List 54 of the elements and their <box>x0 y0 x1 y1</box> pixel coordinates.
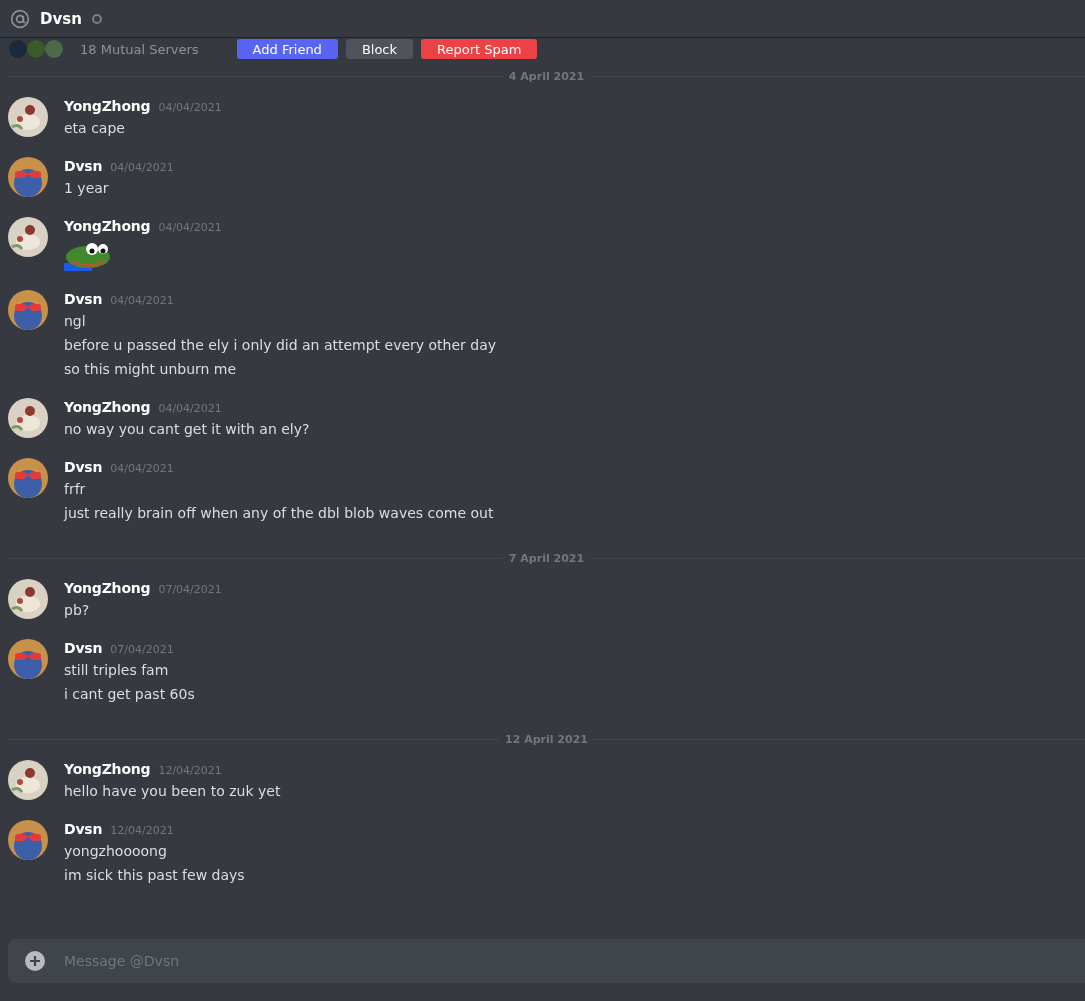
author-name[interactable]: YongZhong <box>64 580 151 596</box>
date-divider: 4 April 2021 <box>508 70 585 83</box>
message-text: eta cape <box>64 119 126 138</box>
message-text: ngl <box>64 312 87 331</box>
avatar[interactable] <box>8 639 48 679</box>
avatar[interactable] <box>8 579 48 619</box>
avatar[interactable] <box>8 760 48 800</box>
timestamp: 12/04/2021 <box>158 764 222 777</box>
profile-action-button[interactable]: Add Friend <box>236 39 338 59</box>
message-text: hello have you been to zuk yet <box>64 782 281 801</box>
author-name[interactable]: Dvsn <box>64 821 103 837</box>
add-icon[interactable] <box>24 950 46 972</box>
profile-action-button[interactable]: Report Spam <box>421 39 538 59</box>
author-name[interactable]: Dvsn <box>64 291 103 307</box>
author-name[interactable]: YongZhong <box>64 218 151 234</box>
timestamp: 07/04/2021 <box>110 643 174 656</box>
message-text: so this might unburn me <box>64 360 238 379</box>
author-name[interactable]: Dvsn <box>64 459 103 475</box>
message-text: before u passed the ely i only did an attempt every other day <box>64 336 497 355</box>
message-text: still triples fam <box>64 661 170 680</box>
author-name[interactable]: YongZhong <box>64 761 151 777</box>
avatar[interactable] <box>8 290 48 330</box>
avatar[interactable] <box>8 97 48 137</box>
timestamp: 04/04/2021 <box>110 462 174 475</box>
date-divider: 12 April 2021 <box>505 733 588 746</box>
message-text: im sick this past few days <box>64 866 245 885</box>
avatar[interactable] <box>8 458 48 498</box>
avatar[interactable] <box>8 157 48 197</box>
avatar[interactable] <box>8 398 48 438</box>
author-name[interactable]: YongZhong <box>64 98 151 114</box>
at-sign-icon <box>10 8 30 29</box>
author-name[interactable]: YongZhong <box>64 399 151 415</box>
message-text: frfr <box>64 480 87 499</box>
timestamp: 07/04/2021 <box>158 583 222 596</box>
date-divider: 7 April 2021 <box>508 552 585 565</box>
message-text: i cant get past 60s <box>64 685 195 704</box>
mutual-servers[interactable]: 18 Mutual Servers <box>80 41 199 57</box>
message-text: yongzhoooong <box>64 842 168 861</box>
timestamp: 04/04/2021 <box>158 402 222 415</box>
profile-action-button[interactable]: Block <box>345 39 414 59</box>
avatar[interactable] <box>8 820 48 860</box>
message-text: just really brain off when any of the dbl blob waves come out <box>64 504 494 523</box>
avatar[interactable] <box>8 217 48 257</box>
timestamp: 04/04/2021 <box>110 294 174 307</box>
timestamp: 04/04/2021 <box>158 101 222 114</box>
author-name[interactable]: Dvsn <box>64 158 103 174</box>
message-text: 1 year <box>64 179 110 198</box>
timestamp: 04/04/2021 <box>158 221 222 234</box>
timestamp: 04/04/2021 <box>110 161 174 174</box>
channel-title: Dvsn <box>40 9 82 28</box>
message-text: no way you cant get it with an ely? <box>64 420 310 439</box>
timestamp: 12/04/2021 <box>110 824 174 837</box>
message-text: pb? <box>64 601 91 620</box>
author-name[interactable]: Dvsn <box>64 640 103 656</box>
